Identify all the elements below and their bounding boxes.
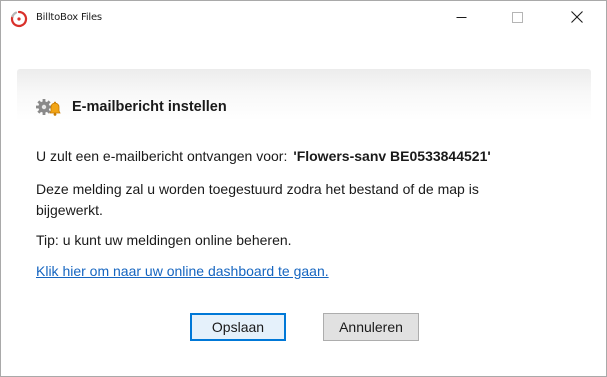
- gear-bell-icon: [36, 96, 64, 118]
- minimize-button[interactable]: [438, 1, 484, 37]
- app-window: BilltoBox Files E-mailbericht instellen …: [0, 0, 607, 377]
- message-target: 'Flowers-sanv BE0533844521': [293, 148, 491, 164]
- dialog-title: E-mailbericht instellen: [72, 99, 227, 115]
- dialog-panel: E-mailbericht instellen U zult een e-mai…: [17, 69, 591, 361]
- close-icon: [571, 10, 583, 28]
- window-title: BilltoBox Files: [36, 12, 102, 23]
- title-bar[interactable]: BilltoBox Files: [1, 1, 606, 37]
- subscription-message: U zult een e-mailbericht ontvangen voor:…: [36, 148, 491, 164]
- description-text: Deze melding zal u worden toegestuurd zo…: [36, 181, 479, 218]
- tip-text: Tip: u kunt uw meldingen online beheren.: [36, 232, 292, 248]
- maximize-button[interactable]: [494, 1, 540, 37]
- dashboard-link[interactable]: Klik hier om naar uw online dashboard te…: [36, 263, 329, 279]
- app-logo-icon: [10, 10, 28, 28]
- close-button[interactable]: [554, 1, 600, 37]
- cancel-button[interactable]: Annuleren: [323, 313, 419, 341]
- message-prefix: U zult een e-mailbericht ontvangen voor:: [36, 148, 288, 164]
- save-button[interactable]: Opslaan: [190, 313, 286, 341]
- minimize-icon: [456, 10, 467, 28]
- maximize-icon: [511, 10, 523, 28]
